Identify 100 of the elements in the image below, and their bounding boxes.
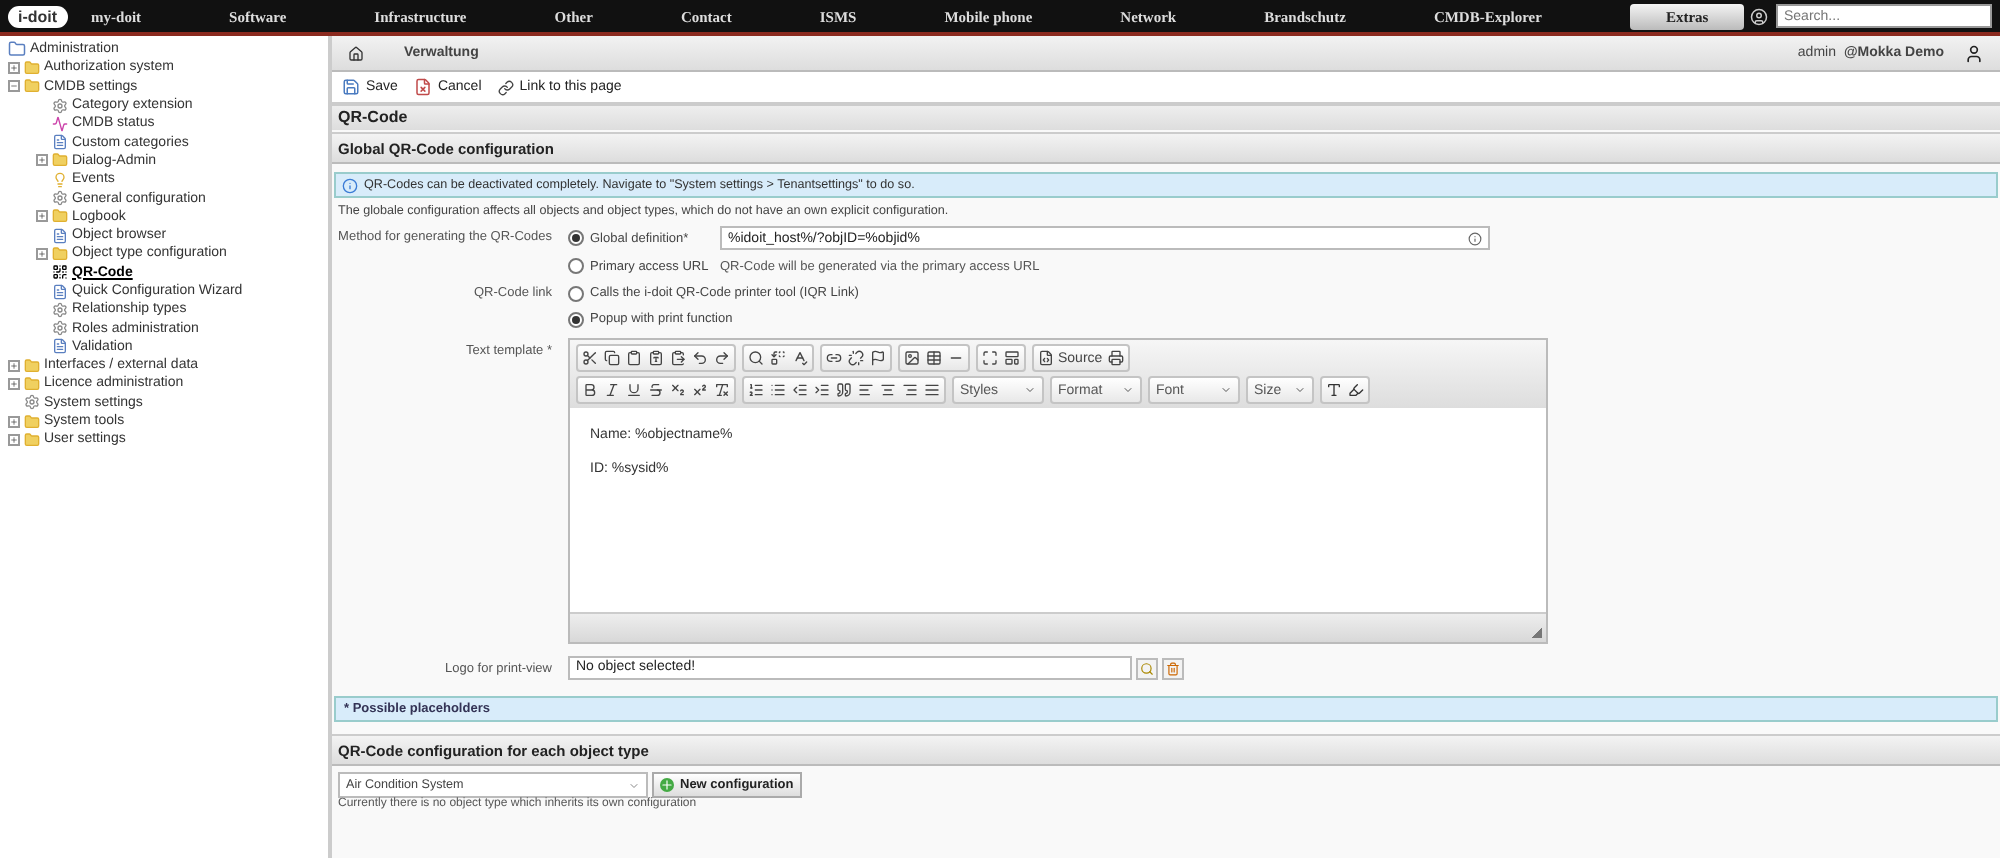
radio-button[interactable] bbox=[568, 285, 584, 301]
trash-icon bbox=[1166, 661, 1180, 675]
paste-text-icon bbox=[648, 350, 664, 366]
subscript-button[interactable] bbox=[670, 382, 686, 398]
unlink-icon bbox=[848, 350, 864, 366]
numbered-list-button[interactable] bbox=[748, 382, 764, 398]
expand-icon[interactable] bbox=[8, 433, 20, 446]
paste-word-button[interactable] bbox=[670, 350, 686, 366]
bold-icon bbox=[582, 382, 598, 398]
align-right-button[interactable] bbox=[902, 382, 918, 398]
paste-icon bbox=[626, 350, 642, 366]
paste-text-button[interactable] bbox=[648, 350, 664, 366]
superscript-button[interactable] bbox=[692, 382, 708, 398]
chevron-down-icon bbox=[1220, 384, 1232, 396]
print-button[interactable] bbox=[1108, 350, 1125, 366]
resize-handle[interactable] bbox=[1532, 628, 1542, 638]
gear-icon bbox=[24, 394, 40, 411]
collapse-icon[interactable] bbox=[8, 80, 20, 93]
justify-icon bbox=[924, 382, 940, 398]
chevron-down-icon bbox=[628, 779, 640, 791]
radio-button[interactable] bbox=[568, 311, 584, 327]
undo-button[interactable] bbox=[692, 350, 708, 366]
align-left-button[interactable] bbox=[858, 382, 874, 398]
spellcheck-icon bbox=[792, 350, 808, 366]
paste-word-icon bbox=[670, 350, 686, 366]
link-button[interactable] bbox=[826, 350, 842, 366]
align-center-button[interactable] bbox=[880, 382, 896, 398]
table-button[interactable] bbox=[926, 350, 942, 366]
folder-icon bbox=[52, 245, 68, 262]
minus-icon bbox=[10, 82, 18, 91]
cut-button[interactable] bbox=[582, 350, 598, 366]
bold-button[interactable] bbox=[582, 382, 598, 398]
lightbulb-icon bbox=[52, 171, 68, 188]
expand-icon[interactable] bbox=[36, 247, 48, 260]
justify-button[interactable] bbox=[924, 382, 940, 398]
document-x-icon bbox=[413, 78, 432, 96]
text-color-button[interactable] bbox=[1326, 382, 1342, 398]
indent-icon bbox=[814, 382, 830, 398]
search-icon bbox=[1140, 661, 1154, 675]
status-icon bbox=[52, 115, 68, 132]
logo[interactable]: i-doit bbox=[8, 5, 68, 27]
expand-icon[interactable] bbox=[36, 154, 48, 167]
copy-button[interactable] bbox=[604, 350, 620, 366]
show-blocks-icon bbox=[1004, 350, 1020, 366]
spellcheck-button[interactable] bbox=[792, 350, 808, 366]
underline-button[interactable] bbox=[626, 382, 642, 398]
chevron-down-icon bbox=[1294, 384, 1306, 396]
text-color-icon bbox=[1326, 382, 1342, 398]
show-blocks-button[interactable] bbox=[1004, 350, 1020, 366]
superscript-icon bbox=[692, 382, 708, 398]
clear-button[interactable] bbox=[1162, 657, 1184, 679]
expand-icon[interactable] bbox=[8, 359, 20, 372]
flag-button[interactable] bbox=[870, 350, 886, 366]
outdent-button[interactable] bbox=[792, 382, 808, 398]
radio-button[interactable] bbox=[568, 258, 584, 274]
expand-icon[interactable] bbox=[36, 210, 48, 223]
strikethrough-icon bbox=[648, 382, 664, 398]
page-icon bbox=[52, 338, 68, 355]
info-icon bbox=[1468, 231, 1482, 245]
chevron-down-icon bbox=[1024, 384, 1036, 396]
redo-button[interactable] bbox=[714, 350, 730, 366]
strikethrough-button[interactable] bbox=[648, 382, 664, 398]
search-button[interactable] bbox=[748, 350, 764, 366]
gear-icon bbox=[52, 190, 68, 207]
image-icon bbox=[904, 350, 920, 366]
remove-format-button[interactable] bbox=[714, 382, 730, 398]
plus-icon bbox=[10, 63, 18, 72]
printer-icon bbox=[1108, 350, 1125, 366]
bullet-list-button[interactable] bbox=[770, 382, 786, 398]
gear-icon bbox=[52, 97, 68, 114]
radio-button[interactable] bbox=[568, 230, 584, 246]
indent-button[interactable] bbox=[814, 382, 830, 398]
numbered-list-icon bbox=[748, 382, 764, 398]
expand-icon[interactable] bbox=[8, 377, 20, 390]
copy-icon bbox=[604, 350, 620, 366]
maximize-button[interactable] bbox=[982, 350, 998, 366]
home-icon[interactable] bbox=[348, 45, 364, 61]
user-icon[interactable] bbox=[1750, 7, 1768, 25]
plus-icon bbox=[38, 249, 46, 258]
image-button[interactable] bbox=[904, 350, 920, 366]
subscript-icon bbox=[670, 382, 686, 398]
plus-icon bbox=[660, 778, 674, 792]
paste-button[interactable] bbox=[626, 350, 642, 366]
plus-icon bbox=[10, 361, 18, 370]
background-color-button[interactable] bbox=[1348, 382, 1364, 398]
highlighter-icon bbox=[1348, 382, 1364, 398]
flag-icon bbox=[870, 350, 886, 366]
expand-icon[interactable] bbox=[8, 415, 20, 428]
quote-button[interactable] bbox=[836, 382, 852, 398]
unlink-button[interactable] bbox=[848, 350, 864, 366]
quote-icon bbox=[836, 382, 852, 398]
expand-icon[interactable] bbox=[8, 61, 20, 74]
replace-button[interactable] bbox=[770, 350, 786, 366]
folder-icon bbox=[52, 152, 68, 169]
replace-icon bbox=[770, 350, 786, 366]
user-icon[interactable] bbox=[1964, 43, 1984, 63]
italic-button[interactable] bbox=[604, 382, 620, 398]
folder-icon bbox=[8, 40, 26, 59]
plus-icon bbox=[10, 435, 18, 444]
info-icon bbox=[342, 177, 358, 193]
